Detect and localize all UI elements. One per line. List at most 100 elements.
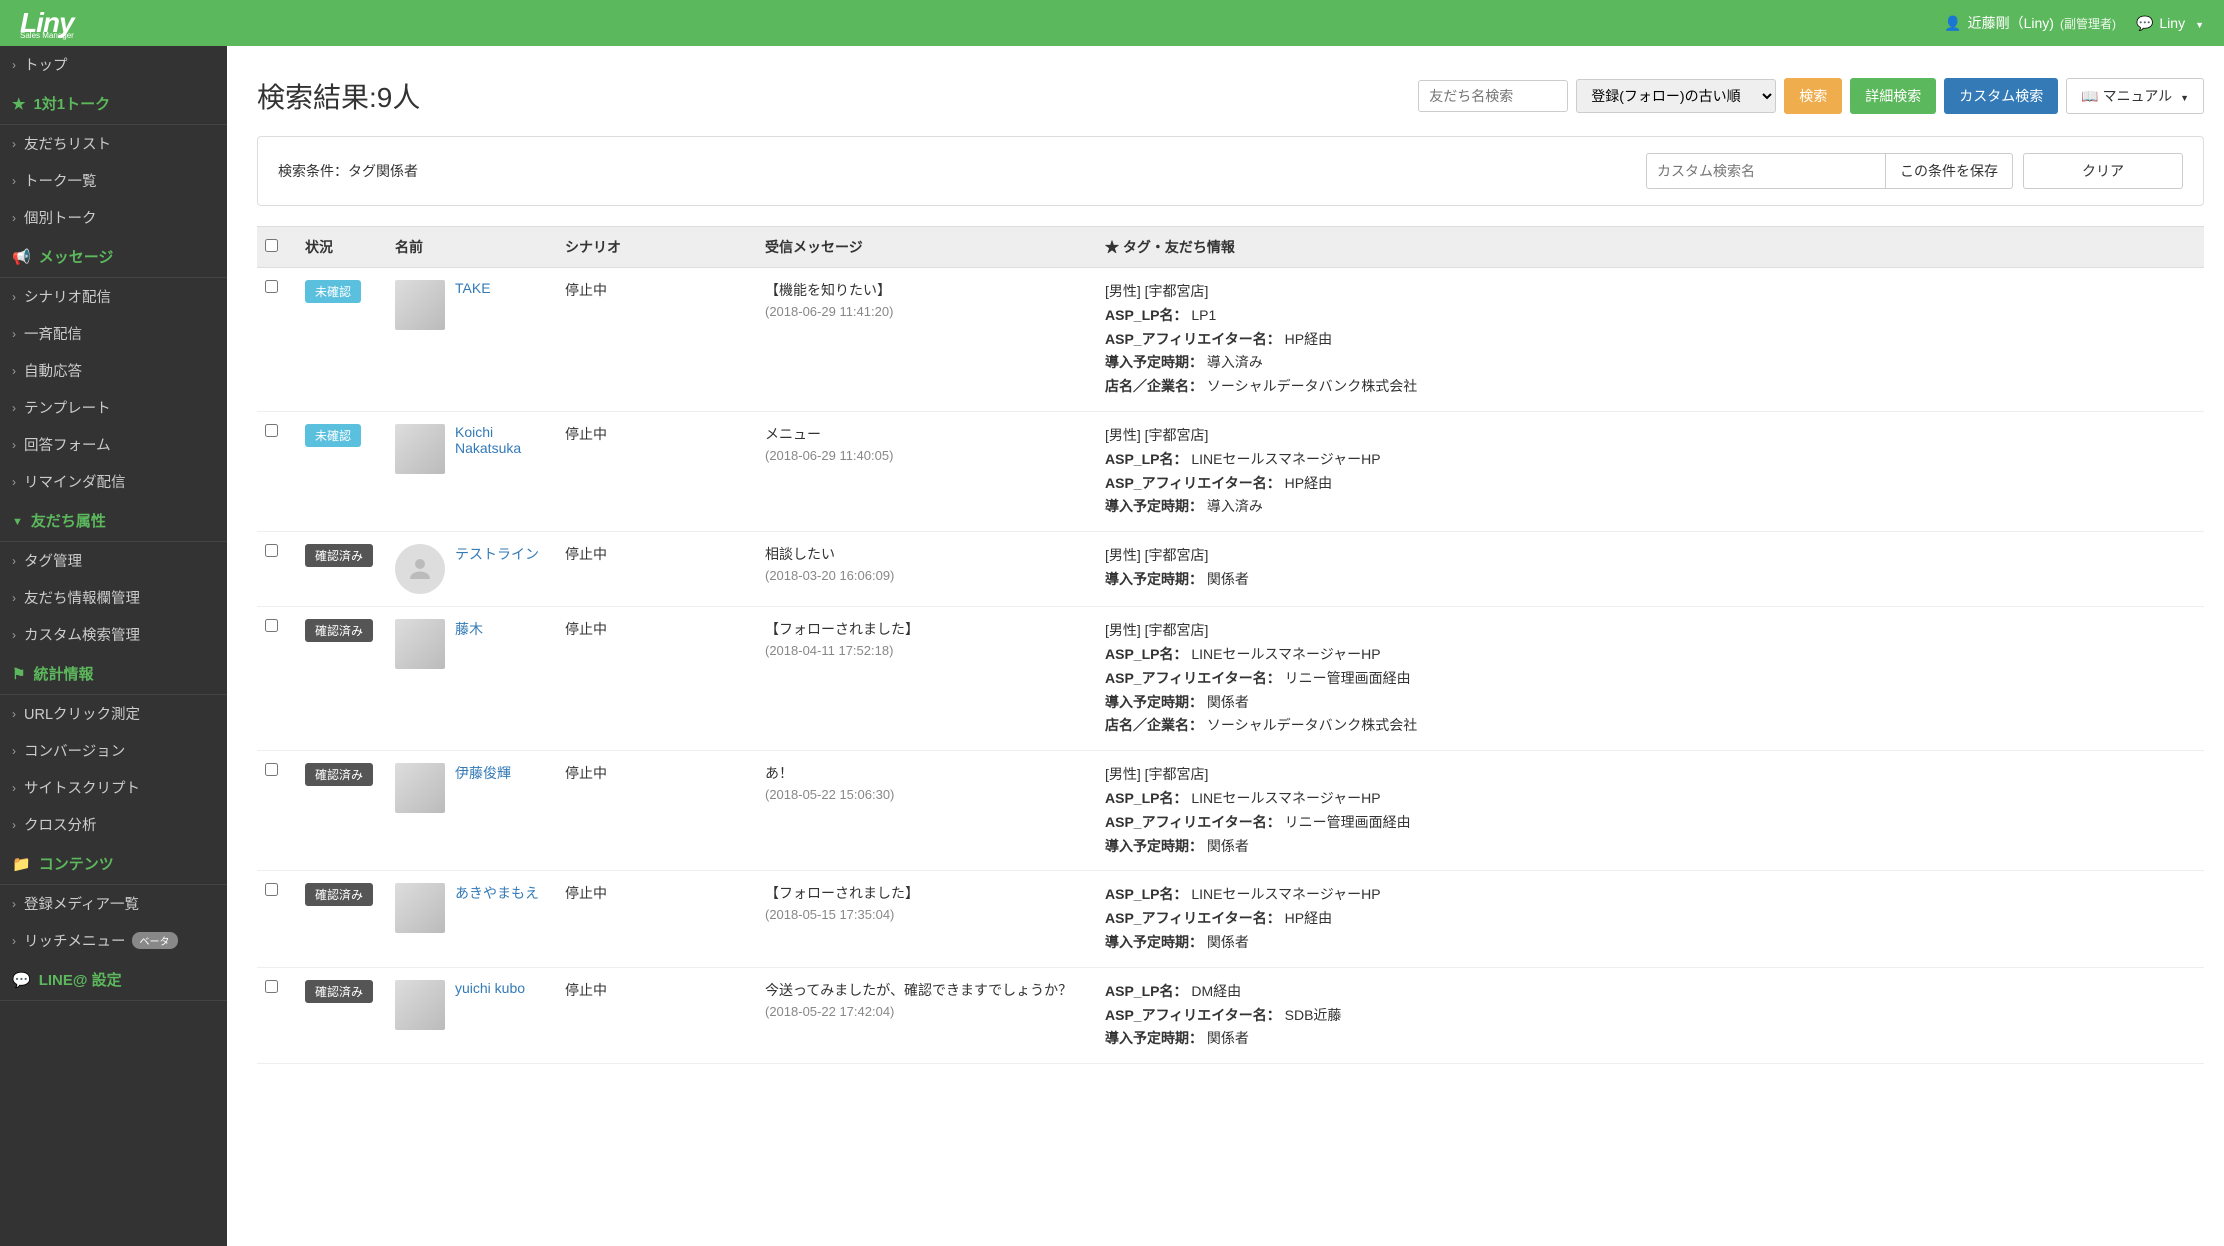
- msg-text: 【機能を知りたい】: [765, 280, 1089, 300]
- scenario-cell: 停止中: [557, 607, 757, 751]
- detail-search-button[interactable]: 詳細検索: [1850, 78, 1936, 114]
- sidebar-item-2-1[interactable]: › 友だち情報欄管理: [0, 579, 227, 616]
- sidebar-section-3[interactable]: 統計情報: [0, 653, 227, 695]
- friend-name-link[interactable]: あきやまもえ: [455, 883, 539, 903]
- conditions-box: 検索条件：タグ関係者 この条件を保存 クリア: [257, 136, 2204, 206]
- chevron-right-icon: ›: [12, 475, 16, 489]
- row-checkbox[interactable]: [265, 280, 278, 293]
- sidebar-item-2-0[interactable]: › タグ管理: [0, 542, 227, 579]
- sidebar-item-0-1[interactable]: ›トーク一覧: [0, 162, 227, 199]
- chevron-right-icon: ›: [12, 211, 16, 225]
- sidebar-item-2-2[interactable]: ›カスタム検索管理: [0, 616, 227, 653]
- book-icon: [2081, 88, 2098, 105]
- row-checkbox[interactable]: [265, 424, 278, 437]
- sidebar-item-3-1[interactable]: ›コンバージョン: [0, 732, 227, 769]
- sidebar-section-1[interactable]: メッセージ: [0, 236, 227, 278]
- title-row: 検索結果:9人 登録(フォロー)の古い順 検索 詳細検索 カスタム検索 マニュア…: [257, 76, 2204, 116]
- sidebar-item-label: トーク一覧: [24, 170, 97, 191]
- th-msg: 受信メッセージ: [757, 227, 1097, 268]
- friend-name-link[interactable]: 伊藤俊輝: [455, 763, 511, 783]
- search-button[interactable]: 検索: [1784, 78, 1842, 114]
- sidebar-section-5[interactable]: LINE@ 設定: [0, 959, 227, 1001]
- sidebar-item-0-0[interactable]: ›友だちリスト: [0, 125, 227, 162]
- beta-badge: ベータ: [132, 932, 178, 949]
- scenario-cell: 停止中: [557, 268, 757, 412]
- sidebar-item-0-2[interactable]: ›個別トーク: [0, 199, 227, 236]
- chat-icon: [2136, 15, 2153, 32]
- chevron-right-icon: ›: [12, 781, 16, 795]
- avatar: [395, 424, 445, 474]
- sidebar-item-1-5[interactable]: ›リマインダ配信: [0, 463, 227, 500]
- sidebar-item-1-2[interactable]: ›自動応答: [0, 352, 227, 389]
- sidebar-item-3-3[interactable]: ›クロス分析: [0, 806, 227, 843]
- sort-select[interactable]: 登録(フォロー)の古い順: [1576, 79, 1776, 113]
- sidebar-item-label: クロス分析: [24, 814, 97, 835]
- header-user[interactable]: 近藤剛（Liny) (副管理者): [1944, 13, 2116, 33]
- msg-text: 【フォローされました】: [765, 619, 1089, 639]
- header-right: 近藤剛（Liny) (副管理者) Liny: [1944, 13, 2204, 33]
- custom-search-button[interactable]: カスタム検索: [1944, 78, 2058, 114]
- sidebar-item-4-0[interactable]: ›登録メディア一覧: [0, 885, 227, 922]
- sidebar-item-3-0[interactable]: ›URLクリック測定: [0, 695, 227, 732]
- sidebar-section-0[interactable]: 1対1トーク: [0, 83, 227, 125]
- row-checkbox[interactable]: [265, 544, 278, 557]
- friend-name-link[interactable]: Koichi Nakatsuka: [455, 424, 549, 456]
- save-conditions-button[interactable]: この条件を保存: [1886, 153, 2013, 189]
- friend-name-link[interactable]: TAKE: [455, 280, 491, 296]
- msg-text: 今送ってみましたが、確認できますでしょうか？: [765, 980, 1089, 1000]
- avatar: [395, 980, 445, 1030]
- sidebar-item-1-1[interactable]: › 一斉配信: [0, 315, 227, 352]
- custom-name-input[interactable]: [1646, 153, 1886, 189]
- row-checkbox[interactable]: [265, 763, 278, 776]
- scenario-cell: 停止中: [557, 532, 757, 607]
- sidebar-item-label: 友だち情報欄管理: [24, 587, 140, 608]
- sidebar-item-label: タグ管理: [24, 550, 82, 571]
- flag-icon: [12, 665, 25, 683]
- chevron-right-icon: ›: [12, 591, 16, 605]
- friend-name-link[interactable]: テストライン: [455, 544, 539, 564]
- manual-label: マニュアル: [2103, 88, 2173, 104]
- sidebar-item-1-4[interactable]: ›回答フォーム: [0, 426, 227, 463]
- status-badge: 確認済み: [305, 619, 373, 642]
- msg-time: (2018-06-29 11:40:05): [765, 448, 1089, 463]
- row-checkbox[interactable]: [265, 619, 278, 632]
- friend-search-input[interactable]: [1418, 80, 1568, 112]
- main-content: 検索結果:9人 登録(フォロー)の古い順 検索 詳細検索 カスタム検索 マニュア…: [227, 46, 2224, 1246]
- th-tags: ★ タグ・友だち情報: [1097, 227, 2204, 268]
- sidebar-item-top[interactable]: › トップ: [0, 46, 227, 83]
- friend-name-link[interactable]: yuichi kubo: [455, 980, 525, 996]
- avatar: [395, 280, 445, 330]
- tag-line: ASP_LP名： LINEセールスマネージャーHP: [1105, 787, 2196, 811]
- row-checkbox[interactable]: [265, 883, 278, 896]
- sidebar-section-2[interactable]: 友だち属性: [0, 500, 227, 542]
- manual-button[interactable]: マニュアル: [2066, 78, 2204, 114]
- logo[interactable]: Liny Sales Manager: [20, 7, 74, 40]
- tag-line: [男性] [宇都宮店]: [1105, 619, 2196, 643]
- header-chat[interactable]: Liny: [2136, 15, 2204, 32]
- chat-label: Liny: [2159, 15, 2185, 31]
- friend-name-link[interactable]: 藤木: [455, 619, 483, 639]
- sidebar-item-3-2[interactable]: › サイトスクリプト: [0, 769, 227, 806]
- line-icon: [12, 971, 31, 989]
- sidebar-item-1-0[interactable]: ›シナリオ配信: [0, 278, 227, 315]
- sidebar-item-label: サイトスクリプト: [24, 777, 140, 798]
- sidebar-section-4[interactable]: コンテンツ: [0, 843, 227, 885]
- sidebar-item-label: 一斉配信: [24, 323, 82, 344]
- chevron-right-icon: ›: [12, 744, 16, 758]
- chevron-right-icon: ›: [12, 554, 16, 568]
- status-badge: 確認済み: [305, 763, 373, 786]
- select-all-checkbox[interactable]: [265, 239, 278, 252]
- scenario-cell: 停止中: [557, 751, 757, 871]
- chevron-right-icon: ›: [12, 327, 16, 341]
- tag-info-cell: [男性] [宇都宮店]導入予定時期： 関係者: [1097, 532, 2204, 607]
- tag-line: ASP_アフィリエイター名： SDB近藤: [1105, 1004, 2196, 1028]
- sidebar-item-1-3[interactable]: ›テンプレート: [0, 389, 227, 426]
- chevron-right-icon: ›: [12, 707, 16, 721]
- sidebar-item-4-1[interactable]: ›リッチメニューベータ: [0, 922, 227, 959]
- scenario-cell: 停止中: [557, 411, 757, 531]
- clear-button[interactable]: クリア: [2023, 153, 2183, 189]
- scenario-cell: 停止中: [557, 967, 757, 1063]
- status-badge: 確認済み: [305, 980, 373, 1003]
- person-icon: [1944, 15, 1961, 32]
- row-checkbox[interactable]: [265, 980, 278, 993]
